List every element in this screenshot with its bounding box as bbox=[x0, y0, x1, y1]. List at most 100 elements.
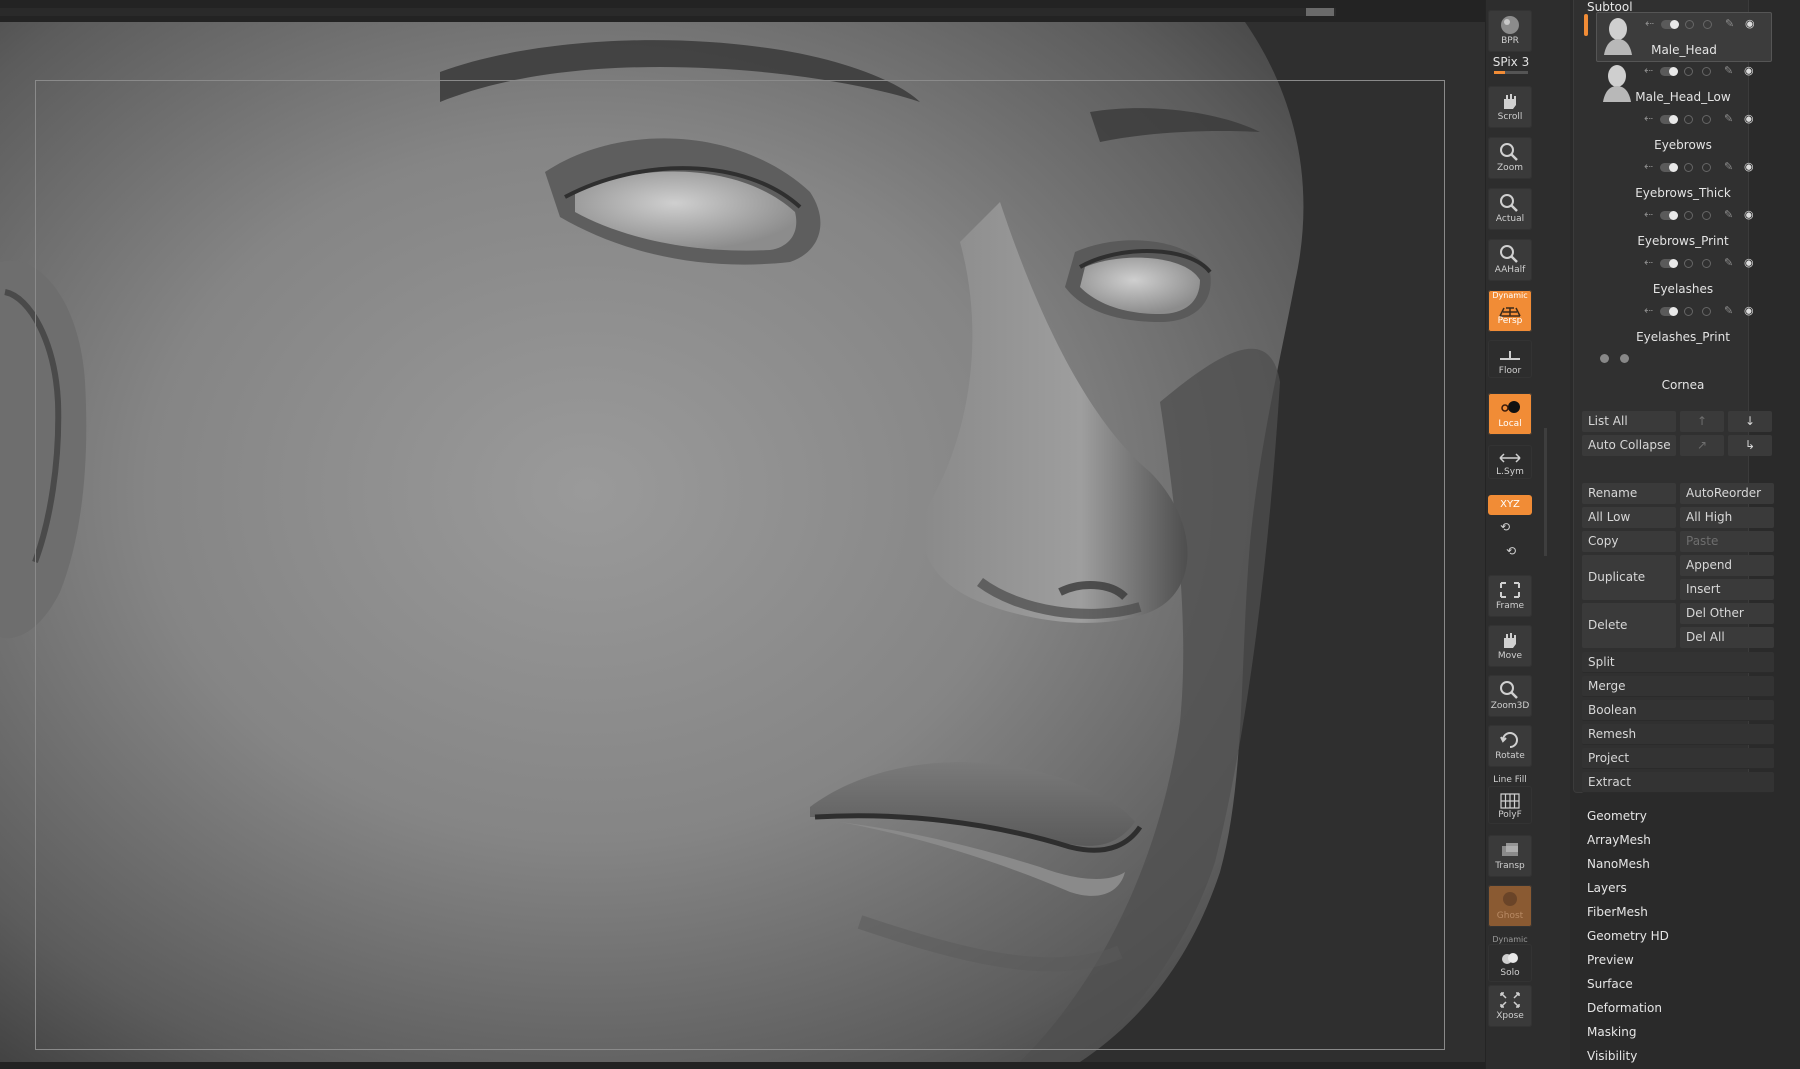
tool-menu-item[interactable]: Masking bbox=[1587, 1025, 1636, 1039]
subtool-item[interactable]: Cornea bbox=[1596, 348, 1770, 396]
aahalf-button[interactable]: AAHalf bbox=[1488, 239, 1532, 281]
list-all-button[interactable]: List All bbox=[1582, 411, 1676, 432]
mode-ring-icon[interactable] bbox=[1685, 20, 1694, 29]
move-to-folder-button[interactable]: ↗ bbox=[1680, 435, 1724, 456]
polypaint-icon[interactable]: ⇠ bbox=[1644, 64, 1653, 78]
rotate-button[interactable]: Rotate bbox=[1488, 725, 1532, 767]
xyz-button[interactable]: XYZ bbox=[1488, 495, 1532, 515]
brush-icon[interactable]: ✎ bbox=[1724, 112, 1733, 126]
polypaint-icon[interactable]: ⇠ bbox=[1644, 304, 1653, 318]
polypaint-icon[interactable]: ⇠ bbox=[1644, 208, 1653, 222]
tool-menu-item[interactable]: Geometry bbox=[1587, 809, 1647, 823]
mode-ring-icon[interactable] bbox=[1702, 67, 1711, 76]
polypaint-icon[interactable]: ⇠ bbox=[1644, 256, 1653, 270]
zoom-button[interactable]: Zoom bbox=[1488, 137, 1532, 179]
auto-collapse-button[interactable]: Auto Collapse bbox=[1582, 435, 1676, 456]
tool-menu-item[interactable]: Preview bbox=[1587, 953, 1634, 967]
subtool-item[interactable]: ⇠ ✎ ◉ Eyebrows_Thick bbox=[1596, 156, 1770, 204]
delete-button[interactable]: Delete bbox=[1582, 603, 1676, 648]
visibility-toggle-icon[interactable] bbox=[1660, 307, 1678, 316]
scroll-button[interactable]: Scroll bbox=[1488, 86, 1532, 128]
visibility-toggle-icon[interactable] bbox=[1660, 115, 1678, 124]
move-up-button[interactable]: ↑ bbox=[1680, 411, 1724, 432]
move-down-button[interactable]: ↓ bbox=[1728, 411, 1772, 432]
rotate-y-icon[interactable]: ⟲ bbox=[1500, 520, 1510, 534]
polypaint-icon[interactable]: ⇠ bbox=[1644, 112, 1653, 126]
mode-ring-icon[interactable] bbox=[1703, 20, 1712, 29]
transp-button[interactable]: Transp bbox=[1488, 835, 1532, 877]
mode-ring-icon[interactable] bbox=[1684, 211, 1693, 220]
tool-menu-item[interactable]: Surface bbox=[1587, 977, 1633, 991]
mode-ring-icon[interactable] bbox=[1702, 259, 1711, 268]
tool-menu-item[interactable]: Geometry HD bbox=[1587, 929, 1669, 943]
mode-ring-icon[interactable] bbox=[1702, 163, 1711, 172]
split-menu[interactable]: Split bbox=[1582, 652, 1774, 673]
spix-label[interactable]: SPix 3 bbox=[1488, 55, 1534, 69]
subtool-item[interactable]: ⇠ ✎ ◉ Male_Head_Low bbox=[1596, 60, 1770, 108]
visibility-toggle-icon[interactable] bbox=[1661, 20, 1679, 29]
del-other-button[interactable]: Del Other bbox=[1680, 603, 1774, 624]
scrollbar-thumb[interactable] bbox=[1306, 8, 1334, 16]
mode-ring-icon[interactable] bbox=[1684, 259, 1693, 268]
floor-button[interactable]: Floor bbox=[1488, 340, 1532, 378]
tool-menu-item[interactable]: NanoMesh bbox=[1587, 857, 1650, 871]
mode-ring-icon[interactable] bbox=[1684, 163, 1693, 172]
eye-icon[interactable]: ◉ bbox=[1744, 208, 1754, 222]
ghost-button[interactable]: Ghost bbox=[1488, 885, 1532, 927]
copy-button[interactable]: Copy bbox=[1582, 531, 1676, 552]
eye-icon[interactable]: ◉ bbox=[1744, 256, 1754, 270]
boolean-menu[interactable]: Boolean bbox=[1582, 700, 1774, 721]
visibility-toggle-icon[interactable] bbox=[1660, 67, 1678, 76]
eye-icon[interactable]: ◉ bbox=[1744, 112, 1754, 126]
horizontal-scrollbar[interactable] bbox=[0, 8, 1336, 16]
project-menu[interactable]: Project bbox=[1582, 748, 1774, 769]
eye-icon[interactable]: ◉ bbox=[1745, 17, 1755, 31]
mode-ring-icon[interactable] bbox=[1684, 115, 1693, 124]
eye-icon[interactable]: ◉ bbox=[1744, 64, 1754, 78]
all-low-button[interactable]: All Low bbox=[1582, 507, 1676, 528]
visibility-toggle-icon[interactable] bbox=[1660, 163, 1678, 172]
subtool-item[interactable]: ⇠ ✎ ◉ Male_Head bbox=[1596, 12, 1772, 62]
visibility-toggle-icon[interactable] bbox=[1660, 259, 1678, 268]
local-button[interactable]: Local bbox=[1488, 393, 1532, 435]
brush-icon[interactable]: ✎ bbox=[1724, 160, 1733, 174]
subtool-item[interactable]: ⇠ ✎ ◉ Eyebrows bbox=[1596, 108, 1770, 156]
zoom3d-button[interactable]: Zoom3D bbox=[1488, 675, 1532, 717]
merge-menu[interactable]: Merge bbox=[1582, 676, 1774, 697]
lsym-button[interactable]: L.Sym bbox=[1488, 445, 1532, 479]
brush-icon[interactable]: ✎ bbox=[1724, 256, 1733, 270]
visibility-toggle-icon[interactable] bbox=[1660, 211, 1678, 220]
viewport[interactable] bbox=[0, 0, 1485, 1069]
solo-button[interactable]: Solo bbox=[1488, 944, 1532, 982]
polyf-button[interactable]: PolyF bbox=[1488, 786, 1532, 824]
del-all-button[interactable]: Del All bbox=[1680, 627, 1774, 648]
shelf-scrollbar[interactable] bbox=[1544, 428, 1547, 556]
tool-menu-item[interactable]: Visibility bbox=[1587, 1049, 1637, 1063]
autoreorder-button[interactable]: AutoReorder bbox=[1680, 483, 1774, 504]
polypaint-icon[interactable]: ⇠ bbox=[1645, 17, 1654, 31]
brush-icon[interactable]: ✎ bbox=[1724, 208, 1733, 222]
mode-ring-icon[interactable] bbox=[1702, 211, 1711, 220]
subtool-item[interactable]: ⇠ ✎ ◉ Eyelashes bbox=[1596, 252, 1770, 300]
brush-icon[interactable]: ✎ bbox=[1724, 304, 1733, 318]
frame-button[interactable]: Frame bbox=[1488, 575, 1532, 617]
all-high-button[interactable]: All High bbox=[1680, 507, 1774, 528]
brush-icon[interactable]: ✎ bbox=[1724, 64, 1733, 78]
mode-ring-icon[interactable] bbox=[1702, 307, 1711, 316]
remesh-menu[interactable]: Remesh bbox=[1582, 724, 1774, 745]
duplicate-button[interactable]: Duplicate bbox=[1582, 555, 1676, 600]
paste-button[interactable]: Paste bbox=[1680, 531, 1774, 552]
rotate-z-icon[interactable]: ⟲ bbox=[1506, 544, 1516, 558]
move-button[interactable]: Move bbox=[1488, 625, 1532, 667]
brush-icon[interactable]: ✎ bbox=[1725, 17, 1734, 31]
actual-button[interactable]: Actual bbox=[1488, 188, 1532, 230]
mode-ring-icon[interactable] bbox=[1684, 67, 1693, 76]
xpose-button[interactable]: Xpose bbox=[1488, 985, 1532, 1027]
tool-menu-item[interactable]: Deformation bbox=[1587, 1001, 1662, 1015]
mode-ring-icon[interactable] bbox=[1702, 115, 1711, 124]
persp-button[interactable]: Dynamic Persp bbox=[1488, 290, 1532, 332]
extract-menu[interactable]: Extract bbox=[1582, 772, 1774, 793]
subtool-title[interactable]: Subtool bbox=[1587, 0, 1633, 14]
eye-icon[interactable]: ◉ bbox=[1744, 160, 1754, 174]
sculpt-canvas[interactable] bbox=[0, 22, 1485, 1062]
